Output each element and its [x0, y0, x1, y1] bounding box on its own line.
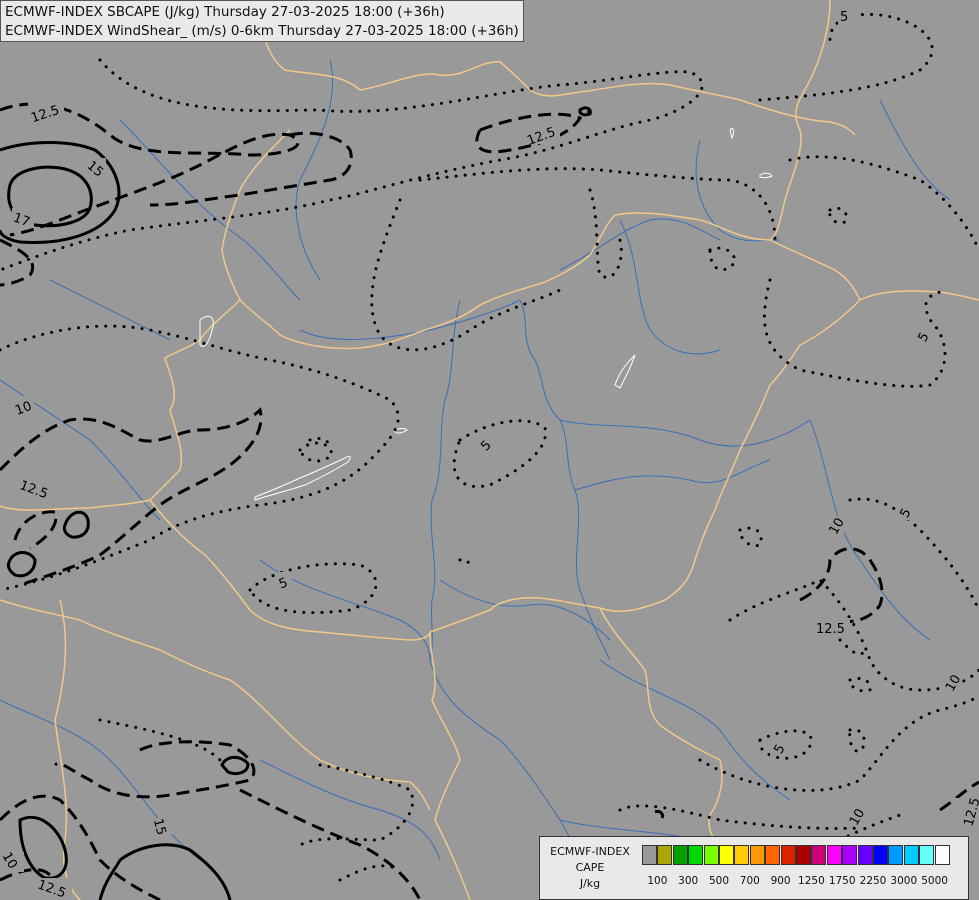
legend-swatch — [749, 845, 765, 865]
legend-swatch — [873, 845, 888, 865]
legend-swatch — [642, 845, 657, 865]
legend-swatch — [703, 845, 719, 865]
legend-tick-label: 900 — [770, 875, 791, 887]
legend-swatch — [888, 845, 904, 865]
legend-swatch — [672, 845, 688, 865]
legend-tick-label: 5000 — [921, 875, 948, 887]
title-line-shear: ECMWF-INDEX WindShear_ (m/s) 0-6km Thurs… — [5, 22, 519, 39]
legend-tick-label: 1750 — [828, 875, 856, 887]
legend-swatch — [919, 845, 935, 865]
legend-swatch — [842, 845, 858, 865]
legend-tick-label: 2250 — [859, 875, 887, 887]
legend-tick-label: 100 — [647, 875, 668, 887]
cape-legend: ECMWF-INDEX CAPE J/kg 100 300 500 700 900 125… — [539, 836, 969, 900]
legend-swatch — [657, 845, 673, 865]
weather-map: 5 12.5 15 17 12.5 10 12.5 5 5 5 10 12.5 … — [0, 0, 979, 900]
legend-swatch — [780, 845, 796, 865]
title-line-cape: ECMWF-INDEX SBCAPE (J/kg) Thursday 27-03… — [5, 4, 445, 20]
legend-swatch — [857, 845, 873, 865]
legend-tick-label: 500 — [708, 875, 730, 887]
legend-swatch — [811, 845, 827, 865]
legend-swatch — [826, 845, 842, 865]
legend-swatch — [688, 845, 704, 865]
legend-swatch — [796, 845, 811, 865]
legend-swatch — [734, 845, 750, 865]
legend-swatch — [934, 845, 950, 865]
legend-swatch — [719, 845, 734, 865]
legend-tick-label: 1250 — [798, 875, 825, 887]
legend-swatch — [765, 845, 781, 865]
legend-tick-label: 300 — [678, 875, 699, 887]
contour-label: 12.5 — [816, 622, 845, 637]
legend-tick-label: 3000 — [890, 875, 918, 887]
legend-tick-label: 700 — [739, 875, 760, 887]
map-title: ECMWF-INDEX SBCAPE (J/kg) Thursday 27-03… — [0, 0, 524, 42]
legend-swatch — [903, 845, 919, 865]
legend-label: ECMWF-INDEX CAPE J/kg — [550, 845, 630, 890]
contour-label: 5 — [840, 10, 848, 25]
